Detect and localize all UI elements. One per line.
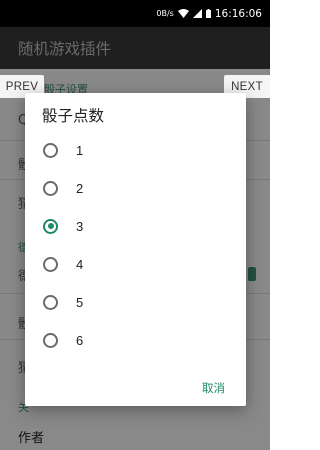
radio-unchecked-icon	[43, 294, 58, 310]
app-title: 随机游戏插件	[18, 40, 112, 58]
dialog-title: 骰子点数	[42, 107, 105, 125]
wifi-icon	[177, 9, 189, 18]
radio-unchecked-icon	[43, 332, 58, 348]
signal-icon	[192, 9, 202, 18]
battery-icon	[205, 9, 211, 18]
dice-points-dialog: 骰子点数 1 2 3 4 5 6 取消	[25, 93, 246, 406]
option-label: 6	[76, 332, 84, 348]
option-label: 2	[76, 180, 84, 196]
radio-option-3[interactable]: 3	[25, 208, 246, 244]
status-bar: 0B/s 16:16:06	[0, 0, 270, 27]
option-label: 4	[76, 256, 84, 272]
option-label: 5	[76, 294, 84, 310]
option-label: 3	[76, 218, 84, 234]
radio-option-5[interactable]: 5	[25, 284, 246, 320]
radio-unchecked-icon	[43, 180, 58, 196]
radio-option-2[interactable]: 2	[25, 170, 246, 206]
radio-option-4[interactable]: 4	[25, 246, 246, 282]
radio-option-1[interactable]: 1	[25, 132, 246, 168]
radio-unchecked-icon	[43, 142, 58, 158]
option-label: 1	[76, 142, 84, 158]
radio-unchecked-icon	[43, 256, 58, 272]
radio-option-6[interactable]: 6	[25, 322, 246, 358]
app-bar: 随机游戏插件	[0, 27, 270, 69]
radio-checked-icon	[43, 218, 58, 234]
clock: 16:16:06	[214, 7, 262, 20]
network-speed: 0B/s	[156, 9, 174, 18]
cancel-button[interactable]: 取消	[202, 380, 225, 396]
